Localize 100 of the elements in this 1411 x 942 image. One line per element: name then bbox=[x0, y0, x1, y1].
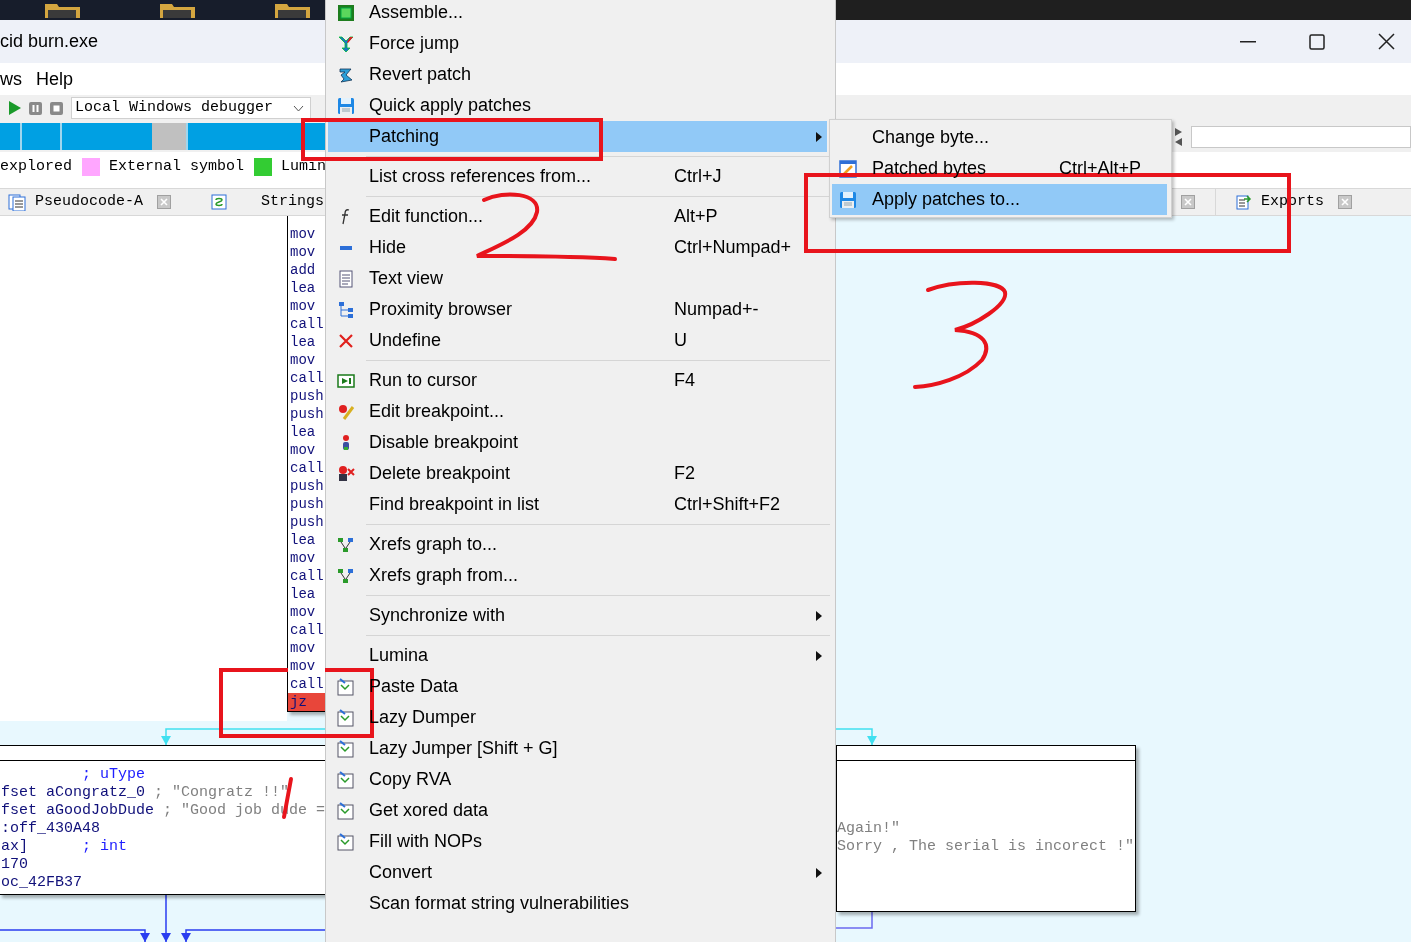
menu-item-label: Text view bbox=[369, 267, 445, 290]
menu-item-label: List cross references from... bbox=[369, 165, 593, 188]
folder-icon[interactable] bbox=[45, 4, 80, 18]
code-operand: fset aCongratz_0 bbox=[1, 784, 146, 802]
menu-item-label: Fill with NOPs bbox=[369, 830, 483, 853]
menu-item[interactable]: Synchronize with bbox=[328, 600, 827, 631]
instruction-mnemonic[interactable]: call bbox=[288, 315, 325, 333]
instruction-mnemonic[interactable]: call bbox=[288, 567, 325, 585]
graph-icon bbox=[337, 566, 355, 585]
flow-edge bbox=[161, 894, 171, 942]
breakpoint-delete-icon bbox=[337, 464, 355, 483]
menu-item-label: Xrefs graph from... bbox=[369, 564, 520, 587]
folder-icon[interactable] bbox=[275, 4, 310, 18]
menu-item[interactable]: Revert patch bbox=[328, 59, 827, 90]
tab-close-button[interactable] bbox=[157, 195, 172, 209]
tab-close-button[interactable] bbox=[1338, 195, 1352, 209]
menu-item[interactable]: Get xored data bbox=[328, 795, 827, 826]
menu-item[interactable]: Scan format string vulnerabilities bbox=[328, 888, 827, 919]
play-window-icon bbox=[337, 371, 355, 390]
tab-close-button[interactable] bbox=[1181, 195, 1195, 209]
menu-item[interactable]: Lazy Jumper [Shift + G] bbox=[328, 733, 827, 764]
menu-item[interactable]: List cross references from... Ctrl+J bbox=[328, 161, 827, 192]
menu-item[interactable]: Edit breakpoint... bbox=[328, 396, 827, 427]
close-icon bbox=[1377, 33, 1395, 50]
instruction-mnemonic[interactable]: push bbox=[288, 387, 325, 405]
legend-label: explored bbox=[0, 156, 72, 177]
document-icon bbox=[8, 193, 26, 211]
menu-item[interactable]: Help bbox=[36, 65, 74, 93]
menu-item[interactable]: Apply patches to... bbox=[832, 184, 1167, 215]
document-icon bbox=[337, 269, 355, 288]
instruction-mnemonic[interactable]: call bbox=[288, 369, 325, 387]
menu-item[interactable]: Find breakpoint in list Ctrl+Shift+F2 bbox=[328, 489, 827, 520]
navigation-arrows-icon[interactable] bbox=[1174, 126, 1183, 147]
menu-item[interactable]: Copy RVA bbox=[328, 764, 827, 795]
menu-item-label: Edit breakpoint... bbox=[369, 400, 506, 423]
menu-item[interactable]: Run to cursor F4 bbox=[328, 365, 827, 396]
instruction-mnemonic[interactable]: mov bbox=[288, 657, 325, 675]
menu-item[interactable]: Convert bbox=[328, 857, 827, 888]
code-comment: ; "Congratz !!" bbox=[154, 784, 290, 802]
menu-item-label: Edit function... bbox=[369, 205, 485, 228]
menu-item-label: Run to cursor bbox=[369, 369, 479, 392]
menu-item[interactable]: Xrefs graph from... bbox=[328, 560, 827, 591]
menu-item[interactable]: ws bbox=[0, 65, 22, 93]
menu-item[interactable]: Assemble... bbox=[328, 0, 827, 28]
menu-item[interactable]: Change byte... bbox=[832, 122, 1167, 153]
menu-item-label: Quick apply patches bbox=[369, 94, 533, 117]
instruction-mnemonic[interactable]: push bbox=[288, 495, 325, 513]
maximize-icon bbox=[1309, 33, 1325, 50]
instruction-mnemonic[interactable]: jz bbox=[288, 693, 325, 711]
tab[interactable]: Strings bbox=[211, 189, 325, 215]
folder-icon[interactable] bbox=[160, 4, 195, 18]
menu-item[interactable]: Patching bbox=[328, 121, 827, 152]
menu-shortcut: Numpad+- bbox=[674, 298, 759, 321]
play-icon[interactable] bbox=[9, 101, 21, 115]
menu-item[interactable]: Force jump bbox=[328, 28, 827, 59]
menu-item-label: Undefine bbox=[369, 329, 443, 352]
menu-item-label: Synchronize with bbox=[369, 604, 507, 627]
debugger-dropdown[interactable]: Local Windows debugger bbox=[71, 97, 311, 119]
strings-icon bbox=[211, 194, 228, 210]
instruction-mnemonic[interactable]: push bbox=[288, 405, 325, 423]
menu-item[interactable]: Disable breakpoint bbox=[328, 427, 827, 458]
menu-item-label: Patched bytes bbox=[872, 157, 987, 180]
menu-item-label: Revert patch bbox=[369, 63, 473, 86]
menu-item[interactable]: Text view bbox=[328, 263, 827, 294]
tree-icon bbox=[337, 300, 355, 319]
menu-item[interactable]: Fill with NOPs bbox=[328, 826, 827, 857]
menu-item[interactable]: Patched bytes Ctrl+Alt+P bbox=[832, 153, 1167, 184]
plugin-window-icon bbox=[337, 832, 355, 851]
menu-item[interactable]: Lumina bbox=[328, 640, 827, 671]
code-operand: oc_42FB37 bbox=[1, 874, 82, 892]
instruction-mnemonic[interactable]: call bbox=[288, 459, 325, 477]
menu-item[interactable]: Hide Ctrl+Numpad+ bbox=[328, 232, 827, 263]
breakpoint-pencil-icon bbox=[337, 402, 355, 421]
menu-item-label: Find breakpoint in list bbox=[369, 493, 541, 516]
code-operand: fset aGoodJobDude bbox=[1, 802, 155, 820]
menu-item-label: Hide bbox=[369, 236, 408, 259]
pause-icon[interactable] bbox=[29, 101, 42, 115]
menu-item[interactable]: Proximity browser Numpad+- bbox=[328, 294, 827, 325]
menu-item-label: Copy RVA bbox=[369, 768, 453, 791]
instruction-mnemonic[interactable]: call bbox=[288, 675, 325, 693]
instruction-mnemonic[interactable]: call bbox=[288, 621, 325, 639]
menu-item[interactable]: Edit function... Alt+P bbox=[328, 201, 827, 232]
menu-item[interactable]: Xrefs graph to... bbox=[328, 529, 827, 560]
tab[interactable]: Pseudocode-A bbox=[8, 189, 144, 215]
menu-shortcut: Ctrl+Shift+F2 bbox=[674, 493, 781, 516]
instruction-mnemonic[interactable]: push bbox=[288, 513, 325, 531]
stop-icon[interactable] bbox=[50, 101, 63, 115]
menu-item-label: Xrefs graph to... bbox=[369, 533, 499, 556]
code-operand: :off_430A48 bbox=[1, 820, 101, 838]
plugin-window-icon bbox=[337, 739, 355, 758]
menu-item-label: Apply patches to... bbox=[872, 188, 1021, 211]
menu-shortcut: Ctrl+Numpad+ bbox=[674, 236, 792, 259]
export-icon bbox=[1236, 194, 1252, 210]
legend-label: Lumin bbox=[281, 156, 325, 177]
menu-item[interactable]: Quick apply patches bbox=[328, 90, 827, 121]
code-comment: ; int bbox=[82, 838, 127, 856]
instruction-mnemonic[interactable]: push bbox=[288, 477, 325, 495]
menu-item[interactable]: Undefine U bbox=[328, 325, 827, 356]
flow-edge bbox=[836, 728, 877, 746]
menu-item[interactable]: Delete breakpoint F2 bbox=[328, 458, 827, 489]
